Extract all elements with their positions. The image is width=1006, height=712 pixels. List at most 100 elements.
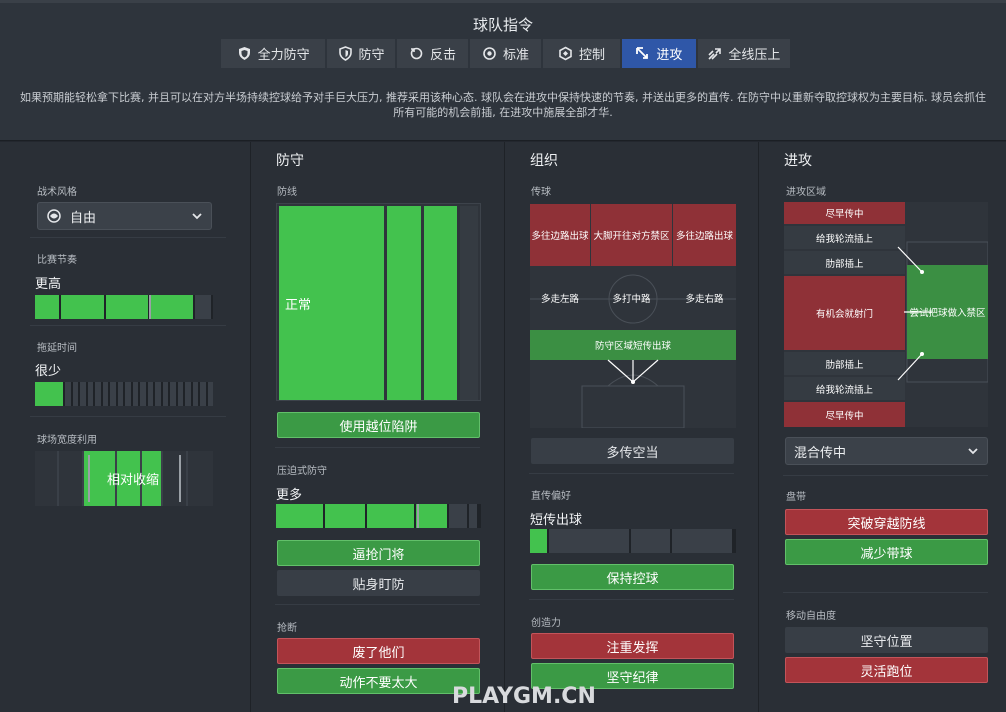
directness-slider[interactable] [530, 529, 736, 553]
page-title: 球队指令 [472, 16, 533, 34]
fluid-icon [46, 208, 62, 224]
team-instructions-screen: 球队指令 全力防守 防守 反击 标准 控制 进攻 全线压上 如果预期能轻松拿下比… [0, 0, 1006, 712]
width-seg [59, 451, 82, 506]
all-out-arrows-icon [707, 46, 722, 61]
tab-defensive[interactable]: 防守 [327, 39, 395, 68]
time-wasting-value: 很少 [35, 364, 62, 379]
tight-marking-button[interactable]: 贴身盯防 [277, 570, 480, 596]
pressing-label: 压迫式防守 [277, 466, 327, 477]
chevron-down-icon [191, 210, 203, 222]
time-wasting-label: 拖延时间 [37, 343, 77, 354]
slider-segment [110, 382, 116, 406]
defence-title: 防守 [276, 153, 304, 169]
slider-segment [416, 504, 447, 528]
slider-segment [95, 382, 101, 406]
organisation-column: 组织 传球 多往边路出球 大脚开往对方禁区 多往边路出球 多走左路 多打中路 多… [505, 142, 758, 712]
slider-segment [200, 382, 206, 406]
slider-segment [80, 382, 86, 406]
top-strip [0, 0, 1006, 3]
pressing-slider[interactable] [276, 504, 481, 528]
dribbling-label: 盘带 [786, 492, 806, 503]
counter-arrow-icon [409, 46, 424, 61]
slider-segment [469, 504, 477, 528]
control-icon [558, 46, 573, 61]
dribble-less-button[interactable]: 减少带球 [785, 539, 988, 565]
tab-label: 进攻 [656, 48, 683, 63]
slider-segment [65, 382, 71, 406]
attack-column: 进攻 进攻区域 尽早传中 给我轮流插上 肋部插上 有机会就射门 尝试把球做入禁区… [759, 142, 1006, 712]
slider-segment [155, 382, 161, 406]
tab-attacking[interactable]: 进攻 [622, 39, 696, 68]
freedom-label: 移动自由度 [786, 611, 836, 622]
tab-very-attacking[interactable]: 全线压上 [697, 39, 790, 68]
get-stuck-in-button[interactable]: 废了他们 [277, 638, 480, 664]
slider-segment [530, 529, 547, 553]
slider-segment [185, 382, 191, 406]
retain-possession-button[interactable]: 保持控球 [531, 564, 734, 590]
defensive-line-label: 防线 [277, 187, 297, 198]
play-into-space-button[interactable]: 多传空当 [531, 438, 734, 464]
width-seg [187, 451, 213, 506]
tab-counter[interactable]: 反击 [396, 39, 469, 68]
watermark: PLAYGM.CN [452, 684, 596, 709]
chevron-down-icon [967, 445, 979, 457]
be-expressive-button[interactable]: 注重发挥 [531, 633, 734, 659]
run-at-defence-button[interactable]: 突破穿越防线 [785, 509, 988, 535]
tab-balanced[interactable]: 标准 [470, 39, 541, 68]
close-down-gk-button[interactable]: 逼抢门将 [277, 540, 480, 566]
mentality-description: 如果预期能轻松拿下比赛, 并且可以在对方半场持续控球给予对手巨大压力, 推荐采用… [20, 91, 986, 119]
defence-column: 防守 防线 正常 使用越位陷阱 压迫式防守 更多 逼抢门将 贴身盯防 抢断 废了… [251, 142, 504, 712]
general-settings-column: 战术风格 自由 比赛节奏 更高 拖延时间 很少 球场宽度利用 相对收缩 [0, 142, 250, 712]
divider [30, 416, 226, 417]
tempo-slider[interactable] [35, 295, 213, 319]
slider-segment [367, 504, 414, 528]
mentality-selector: 全力防守 防守 反击 标准 控制 进攻 全线压上 [221, 39, 790, 68]
defensive-line-selector[interactable]: 正常 [276, 203, 481, 401]
slider-segment [549, 529, 629, 553]
slider-segment [106, 295, 148, 319]
tab-positive[interactable]: 控制 [542, 39, 621, 68]
distribution-arrows [607, 359, 659, 384]
pressing-value: 更多 [276, 488, 303, 503]
slider-segment [35, 295, 59, 319]
attack-title: 进攻 [784, 153, 812, 169]
line-seg [424, 206, 457, 400]
shield-icon [338, 46, 353, 61]
tab-label: 全线压上 [728, 48, 781, 63]
slider-segment [150, 295, 193, 319]
stay-on-feet-button[interactable]: 动作不要太大 [277, 668, 480, 694]
time-wasting-slider[interactable] [35, 382, 214, 406]
hold-position-button[interactable]: 坚守位置 [785, 627, 988, 653]
slider-segment [449, 504, 467, 528]
run-arrows [897, 246, 932, 381]
width-label: 球场宽度利用 [37, 435, 97, 446]
slider-segment [177, 382, 184, 406]
crossing-style-dropdown[interactable]: 混合传中 [785, 437, 988, 465]
slider-segment [276, 504, 323, 528]
attack-arrow-icon [635, 46, 650, 61]
width-selector[interactable]: 相对收缩 [35, 451, 213, 506]
offside-trap-button[interactable]: 使用越位陷阱 [277, 412, 480, 438]
divider [275, 447, 480, 448]
tab-label: 反击 [430, 48, 457, 63]
width-value: 相对收缩 [106, 473, 159, 488]
divider [529, 599, 734, 600]
slider-segment [35, 382, 64, 406]
tab-label: 防守 [358, 48, 385, 63]
slider-segment [61, 295, 104, 319]
slider-default-marker [149, 295, 151, 319]
passing-pitch[interactable]: 多往边路出球 大脚开往对方禁区 多往边路出球 多走左路 多打中路 多走右路 防守… [530, 204, 736, 428]
directness-label: 直传偏好 [531, 491, 571, 502]
roam-button[interactable]: 灵活跑位 [785, 657, 988, 683]
tactical-style-dropdown[interactable]: 自由 [37, 202, 212, 230]
balance-icon [482, 46, 497, 61]
slider-segment [162, 382, 169, 406]
attacking-pitch[interactable]: 尽早传中 给我轮流插上 肋部插上 有机会就射门 尝试把球做入禁区 肋部插上 给我… [784, 202, 988, 427]
line-seg [460, 206, 478, 400]
header-panel: 球队指令 全力防守 防守 反击 标准 控制 进攻 全线压上 如果预期能轻松拿下比… [0, 0, 1006, 141]
divider [30, 237, 226, 238]
tab-all-out-defence[interactable]: 全力防守 [221, 39, 326, 68]
tempo-value: 更高 [35, 277, 62, 292]
tab-label: 标准 [502, 48, 529, 63]
slider-segment [132, 382, 139, 406]
